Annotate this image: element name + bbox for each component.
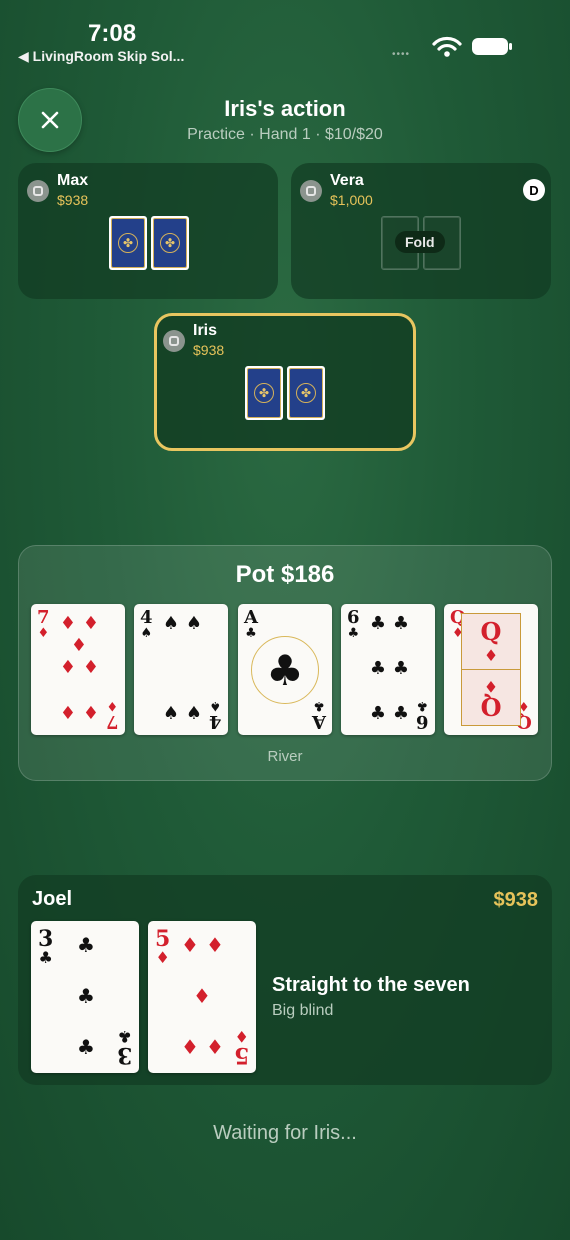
seat-max: Max $938 ✤ ✤ (18, 163, 278, 299)
face-card-frame: Q ♦ ♦ Q (461, 613, 521, 726)
board-card-5: Q ♦ Q ♦ Q ♦ ♦ Q (444, 604, 538, 735)
card-suit: ♣ (245, 626, 257, 641)
card-rank: 6 (347, 607, 360, 628)
action-title: Iris's action (224, 96, 346, 121)
hole-card-2: 5 ♦ 5 ♦ ♦ ♦ ♦ ♦ ♦ (148, 921, 256, 1073)
hole-card-1: 3 ♣ 3 ♣ ♣ ♣ ♣ (31, 921, 139, 1073)
seat-stack: $938 (57, 192, 89, 208)
card-suit: ♦ (37, 626, 50, 641)
player-avatar-icon (300, 180, 322, 202)
board-card-3: A ♣ A ♣ ♣ (238, 604, 332, 735)
card-rank: 3 (38, 926, 54, 952)
hand-description: Straight to the seven (272, 974, 470, 996)
board-card-1: 7 ♦ 7 ♦ ♦ ♦ ♦ ♦ ♦ ♦ ♦ (31, 604, 125, 735)
card-back: ✤ (151, 216, 189, 270)
card-suit: ♦ (155, 948, 170, 967)
card-back: ✤ (109, 216, 147, 270)
player-avatar-icon (27, 180, 49, 202)
ace-emblem-icon: ♣ (251, 636, 319, 704)
seat-name: Iris (193, 322, 218, 339)
seat-name: Vera (330, 172, 364, 189)
pot-amount: Pot $186 (235, 561, 335, 588)
seat-stack: $938 (193, 342, 225, 358)
card-rank: 5 (155, 926, 171, 952)
card-suit: ♠ (140, 626, 153, 641)
card-rank: 4 (140, 607, 153, 628)
hero-role: Big blind (272, 1002, 334, 1019)
back-to-app-link[interactable]: ◀ LivingRoom Skip Sol... (18, 48, 184, 65)
battery-nub (509, 43, 512, 50)
player-avatar-icon (163, 330, 185, 352)
street-label: River (267, 748, 303, 765)
card-rank: 7 (37, 607, 50, 628)
seat-vera: Vera $1,000 D Fold (291, 163, 551, 299)
dealer-button: D (523, 179, 545, 201)
card-suit: ♣ (38, 948, 53, 967)
status-time: 7:08 (88, 20, 137, 47)
card-back: ✤ (245, 366, 283, 420)
board-card-4: 6 ♣ 6 ♣ ♣ ♣ ♣ ♣ ♣ ♣ (341, 604, 435, 735)
seat-name: Max (57, 172, 89, 189)
board-card-2: 4 ♠ 4 ♠ ♠ ♠ ♠ ♠ (134, 604, 228, 735)
card-rank: A (244, 607, 258, 628)
seat-iris: Iris $938 ✤ ✤ (154, 313, 416, 451)
card-back: ✤ (287, 366, 325, 420)
game-info: Practice · Hand 1 · $10/$20 (187, 126, 383, 143)
fold-badge: Fold (395, 231, 445, 253)
battery-icon (472, 38, 508, 55)
cellular-signal-icon: •••• (392, 49, 411, 60)
wifi-icon (432, 36, 462, 57)
hero-stack: $938 (493, 889, 539, 911)
waiting-status: Waiting for Iris... (213, 1122, 357, 1144)
hero-name: Joel (32, 888, 73, 910)
seat-stack: $1,000 (330, 192, 373, 208)
card-suit: ♣ (347, 626, 360, 641)
